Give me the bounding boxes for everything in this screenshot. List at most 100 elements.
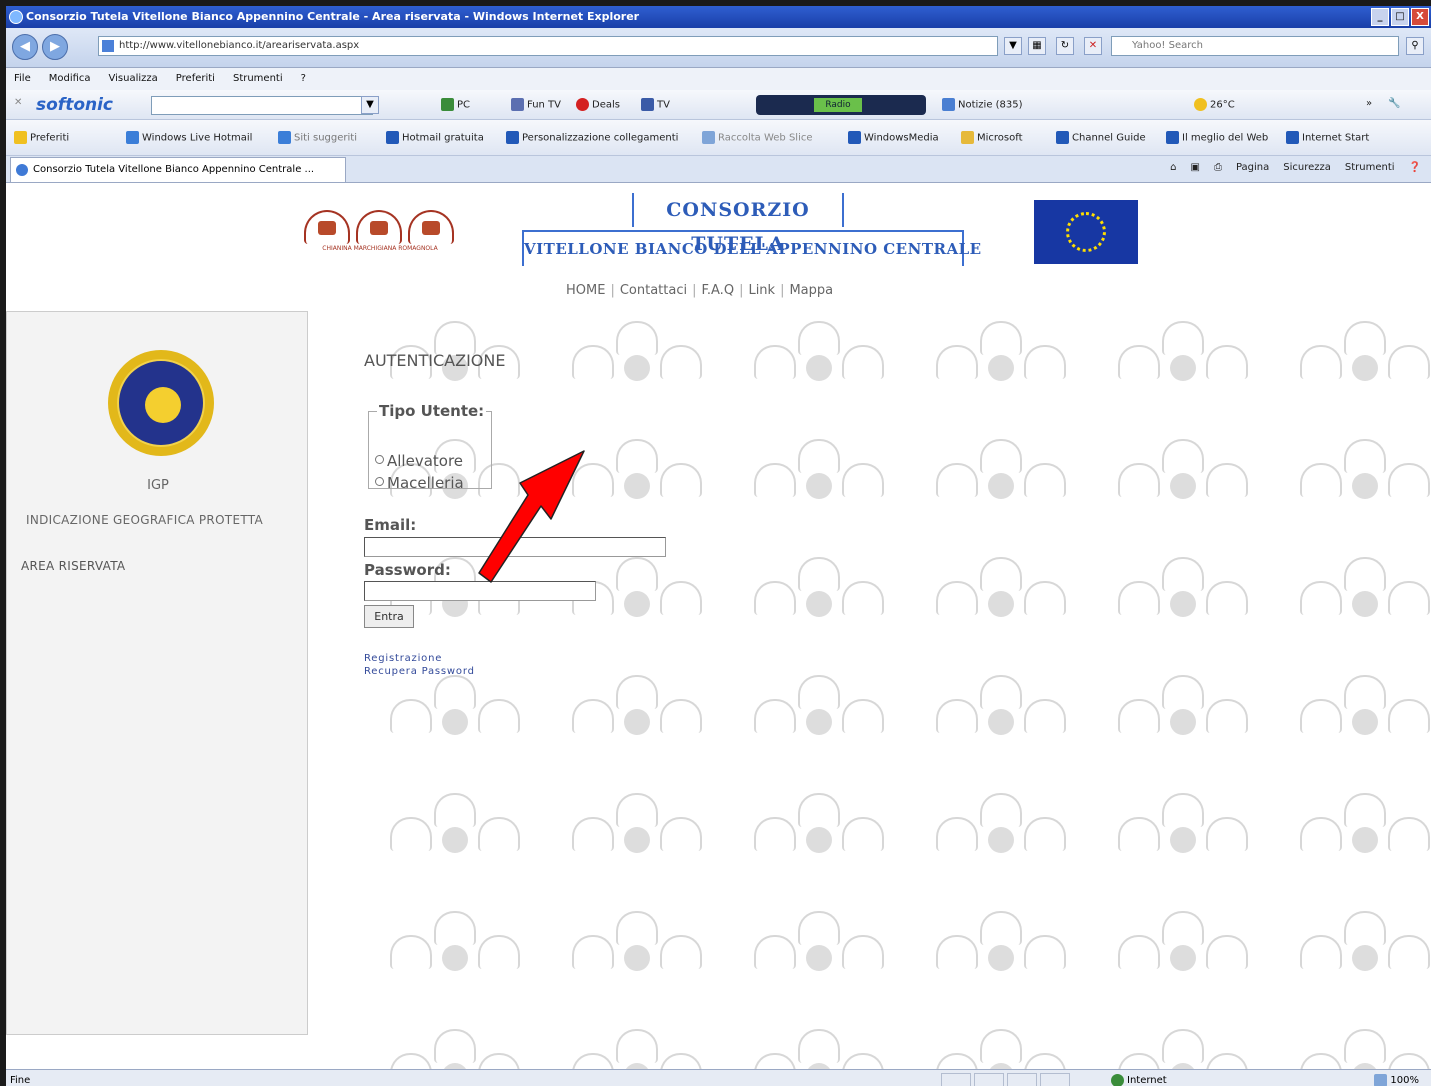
site-title-top: CONSORZIO TUTELA (632, 193, 844, 255)
arrow-shape (478, 450, 585, 583)
forward-button[interactable]: ▶ (42, 34, 68, 60)
wrench-icon[interactable]: 🔧 (1388, 98, 1400, 109)
watermark-logo (572, 321, 702, 387)
cmd-strumenti[interactable]: Strumenti (1345, 162, 1395, 173)
page-icon (126, 131, 139, 144)
minimize-button[interactable]: _ (1371, 8, 1389, 26)
nav-link[interactable]: Link (748, 283, 775, 298)
search-icon[interactable]: ⚲ (1406, 37, 1424, 55)
browser-window: Consorzio Tutela Vitellone Bianco Appenn… (6, 6, 1431, 1086)
fav-item-internet-start[interactable]: Internet Start (1286, 131, 1369, 144)
globe-icon (1111, 1073, 1124, 1086)
url-input[interactable]: http://www.vitellonebianco.it/areariserv… (98, 36, 998, 56)
watermark-logo (936, 439, 1066, 505)
watermark-logo (754, 557, 884, 623)
sidebar: IGP INDICAZIONE GEOGRAFICA PROTETTA AREA… (6, 311, 308, 1035)
fav-item-meglio[interactable]: Il meglio del Web (1166, 131, 1268, 144)
area-riservata-link[interactable]: AREA RISERVATA (21, 559, 125, 573)
news-icon (942, 98, 955, 111)
favorites-bar: Preferiti Windows Live Hotmail Siti sugg… (6, 120, 1431, 156)
stop-icon[interactable]: ✕ (1084, 37, 1102, 55)
maximize-button[interactable]: □ (1391, 8, 1409, 26)
toolbar-search-input[interactable] (151, 96, 373, 115)
fav-item-windowsmedia[interactable]: WindowsMedia (848, 131, 939, 144)
toolbar-more-icon[interactable]: » (1366, 98, 1372, 109)
igp-seal-logo (108, 350, 214, 456)
toolbar-item-notizie[interactable]: Notizie (835) (942, 98, 1023, 111)
star-icon (14, 131, 27, 144)
command-bar: ⌂ ▣ ⎙ Pagina Sicurezza Strumenti ❓ (1170, 162, 1421, 173)
recupera-password-link[interactable]: Recupera Password (364, 666, 475, 677)
toolbar-item-tv[interactable]: TV (641, 98, 670, 111)
fav-item-personalizzazione[interactable]: Personalizzazione collegamenti (506, 131, 678, 144)
pc-icon (441, 98, 454, 111)
site-header: CHIANINA MARCHIGIANA ROMAGNOLA CONSORZIO… (6, 183, 1431, 303)
watermark-logo (936, 321, 1066, 387)
page-icon (102, 40, 114, 52)
feeds-icon[interactable]: ▣ (1190, 162, 1199, 173)
radio-widget[interactable]: Radio (756, 95, 926, 115)
print-icon[interactable]: ⎙ (1214, 162, 1222, 173)
menu-modifica[interactable]: Modifica (49, 68, 91, 90)
toolbar-item-weather[interactable]: 26°C (1194, 98, 1235, 111)
compatibility-icon[interactable]: ▦ (1028, 37, 1046, 55)
page-icon (278, 131, 291, 144)
toolbar-item-pc[interactable]: PC (441, 98, 470, 111)
search-input[interactable]: Yahoo! Search (1111, 36, 1399, 56)
fav-item-hotmail-gratuita[interactable]: Hotmail gratuita (386, 131, 484, 144)
menu-strumenti[interactable]: Strumenti (233, 68, 283, 90)
back-button[interactable]: ◀ (12, 34, 38, 60)
cmd-sicurezza[interactable]: Sicurezza (1283, 162, 1331, 173)
toolbar-dropdown-button[interactable]: ▼ (361, 96, 379, 114)
nav-mappa[interactable]: Mappa (789, 283, 833, 298)
nav-contattaci[interactable]: Contattaci (620, 283, 687, 298)
fav-item-raccolta[interactable]: Raccolta Web Slice (702, 131, 813, 144)
radio-icon[interactable] (375, 477, 384, 486)
help-icon[interactable]: ❓ (1409, 162, 1421, 173)
softonic-logo[interactable]: softonic (36, 96, 113, 114)
toolbar-item-funtv[interactable]: Fun TV (511, 98, 561, 111)
fav-item-microsoft[interactable]: Microsoft (961, 131, 1023, 144)
watermark-logo (754, 439, 884, 505)
menu-visualizza[interactable]: Visualizza (109, 68, 158, 90)
menu-help[interactable]: ? (301, 68, 306, 90)
toolbar-item-deals[interactable]: Deals (576, 98, 620, 111)
watermark-logo (1118, 439, 1248, 505)
page-icon (506, 131, 519, 144)
entra-button[interactable]: Entra (364, 605, 414, 628)
fav-item-channel[interactable]: Channel Guide (1056, 131, 1146, 144)
registrazione-link[interactable]: Registrazione (364, 653, 442, 664)
address-bar: ◀ ▶ http://www.vitellonebianco.it/areari… (6, 28, 1431, 68)
fav-item-hotmail[interactable]: Windows Live Hotmail (126, 131, 252, 144)
zoom-level[interactable]: 100% (1374, 1070, 1419, 1086)
security-zone[interactable]: Internet (1111, 1070, 1167, 1086)
watermark-logo (390, 1029, 520, 1069)
radio-icon[interactable] (375, 455, 384, 464)
refresh-icon[interactable]: ↻ (1056, 37, 1074, 55)
fav-item-siti[interactable]: Siti suggeriti (278, 131, 357, 144)
close-button[interactable]: X (1411, 8, 1429, 26)
page-icon (386, 131, 399, 144)
nav-faq[interactable]: F.A.Q (702, 283, 735, 298)
status-cell (1040, 1073, 1070, 1086)
igp-label: IGP (147, 478, 169, 493)
status-cell (974, 1073, 1004, 1086)
url-dropdown-button[interactable]: ▼ (1004, 37, 1022, 55)
watermark-logo (1300, 321, 1430, 387)
menu-preferiti[interactable]: Preferiti (176, 68, 215, 90)
cmd-pagina[interactable]: Pagina (1236, 162, 1269, 173)
softonic-toolbar: ✕ softonic ▼ PC Fun TV Deals TV Radio No… (6, 90, 1431, 120)
home-icon[interactable]: ⌂ (1170, 162, 1176, 173)
watermark-logo (754, 321, 884, 387)
radio-macelleria[interactable]: Macelleria (375, 474, 464, 492)
close-toolbar-icon[interactable]: ✕ (14, 97, 22, 108)
window-title: Consorzio Tutela Vitellone Bianco Appenn… (26, 10, 640, 23)
nav-home[interactable]: HOME (566, 283, 605, 298)
radio-allevatore[interactable]: Allevatore (375, 452, 463, 470)
favorites-button[interactable]: Preferiti (14, 131, 69, 144)
menu-file[interactable]: File (14, 68, 31, 90)
tab-consorzio[interactable]: Consorzio Tutela Vitellone Bianco Appenn… (10, 157, 346, 182)
eu-flag (1034, 200, 1138, 264)
watermark-logo (936, 557, 1066, 623)
watermark-logo (572, 793, 702, 859)
